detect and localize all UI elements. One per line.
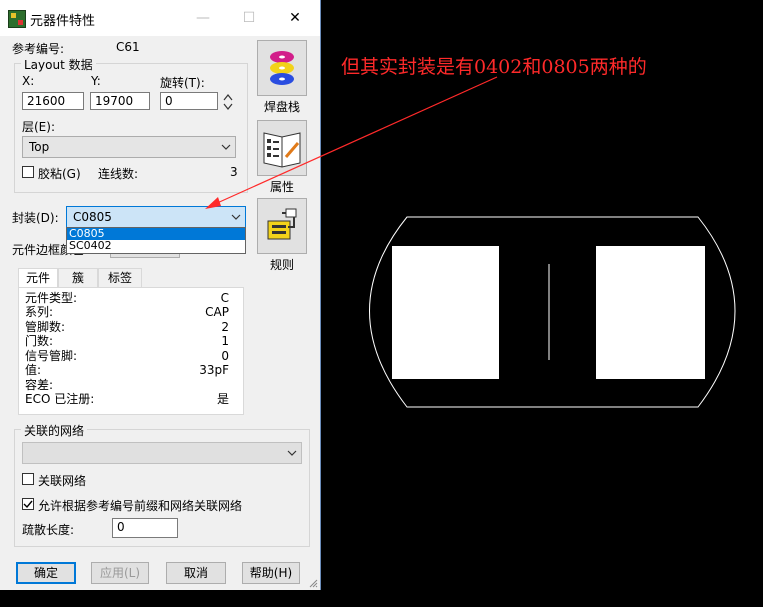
pad-1[interactable] — [392, 246, 499, 379]
pcb-canvas[interactable] — [320, 0, 763, 607]
pad-2[interactable] — [596, 246, 705, 379]
